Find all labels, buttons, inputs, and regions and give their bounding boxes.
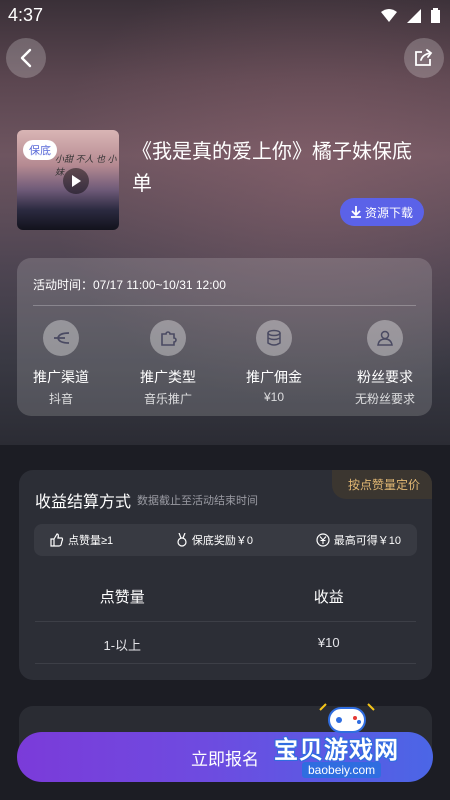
feature-label: 推广渠道 — [33, 369, 89, 385]
chip-label: 点赞量≥1 — [68, 535, 114, 547]
cover-tag: 保底 — [23, 140, 57, 160]
download-button[interactable]: 资源下载 — [340, 198, 424, 226]
signal-icon — [407, 8, 421, 23]
play-icon — [72, 175, 81, 187]
earnings-chips: 点赞量≥1 保底奖励￥0 最高可得￥10 — [34, 524, 417, 556]
feature-commission: 推广佣金 ¥10 — [224, 320, 324, 404]
feature-value: 无粉丝要求 — [354, 392, 415, 406]
table-divider — [35, 621, 416, 622]
signup-label: 立即报名 — [191, 749, 259, 769]
chip-likes: 点赞量≥1 — [50, 532, 113, 548]
feature-value: 抖音 — [48, 392, 73, 406]
chip-guarantee: 保底奖励￥0 — [176, 532, 253, 548]
status-time: 4:37 — [8, 5, 44, 25]
activity-period: 活动时间：07/17 11:00~10/31 12:00 — [33, 278, 226, 292]
puzzle-icon — [150, 320, 186, 356]
activity-card: 活动时间：07/17 11:00~10/31 12:00 推广渠道 抖音 推广类… — [17, 258, 432, 416]
table-row: 1-以上 ¥10 — [19, 635, 432, 654]
thumb-up-icon — [50, 533, 64, 547]
feature-label: 推广佣金 — [246, 369, 302, 385]
watermark-text: 宝贝游戏网 — [274, 737, 399, 764]
watermark-url: baobeiy.com — [302, 762, 382, 778]
divider — [33, 305, 416, 306]
table-header: 点赞量 收益 — [19, 586, 432, 607]
header-income: 收益 — [313, 589, 344, 606]
status-bar: 4:37 — [0, 0, 450, 32]
feature-label: 粉丝要求 — [357, 369, 413, 385]
wifi-icon — [381, 8, 397, 22]
pricing-badge: 按点赞量定价 — [331, 470, 432, 499]
download-label: 资源下载 — [364, 205, 413, 220]
feature-fans: 粉丝要求 无粉丝要求 — [335, 320, 435, 407]
table-divider — [35, 663, 416, 664]
play-button[interactable] — [63, 168, 89, 194]
chip-label: 保底奖励￥0 — [191, 535, 254, 547]
earnings-title: 收益结算方式 — [35, 494, 132, 511]
user-icon — [367, 320, 403, 356]
feature-channel: 推广渠道 抖音 — [11, 320, 111, 407]
header-likes: 点赞量 — [99, 589, 145, 606]
status-icons — [381, 8, 440, 23]
yen-icon — [316, 533, 330, 547]
feature-label: 推广类型 — [140, 369, 196, 385]
row-income: ¥10 — [317, 635, 340, 650]
download-icon — [350, 206, 361, 218]
feature-value: 音乐推广 — [143, 392, 192, 406]
feature-value: ¥10 — [263, 390, 285, 404]
chip-label: 最高可得￥10 — [333, 535, 401, 547]
row-likes: 1-以上 — [103, 638, 142, 653]
battery-icon — [431, 8, 440, 23]
feature-type: 推广类型 音乐推广 — [118, 320, 218, 407]
back-button[interactable] — [6, 38, 46, 78]
earnings-subtitle: 数据截止至活动结束时间 — [137, 495, 258, 507]
channel-icon — [43, 320, 79, 356]
share-button[interactable] — [404, 38, 444, 78]
coins-icon — [256, 320, 292, 356]
share-icon — [415, 49, 433, 66]
chip-max: 最高可得￥10 — [316, 532, 401, 548]
song-title: 《我是真的爱上你》橘子妹保底单 — [132, 141, 412, 195]
chevron-left-icon — [20, 48, 32, 68]
medal-icon — [177, 533, 187, 547]
earnings-card: 按点赞量定价 收益结算方式 数据截止至活动结束时间 点赞量≥1 保底奖励￥0 最… — [19, 470, 432, 680]
song-cover[interactable]: 保底 小甜 不人 也 小妹 — [17, 130, 119, 230]
